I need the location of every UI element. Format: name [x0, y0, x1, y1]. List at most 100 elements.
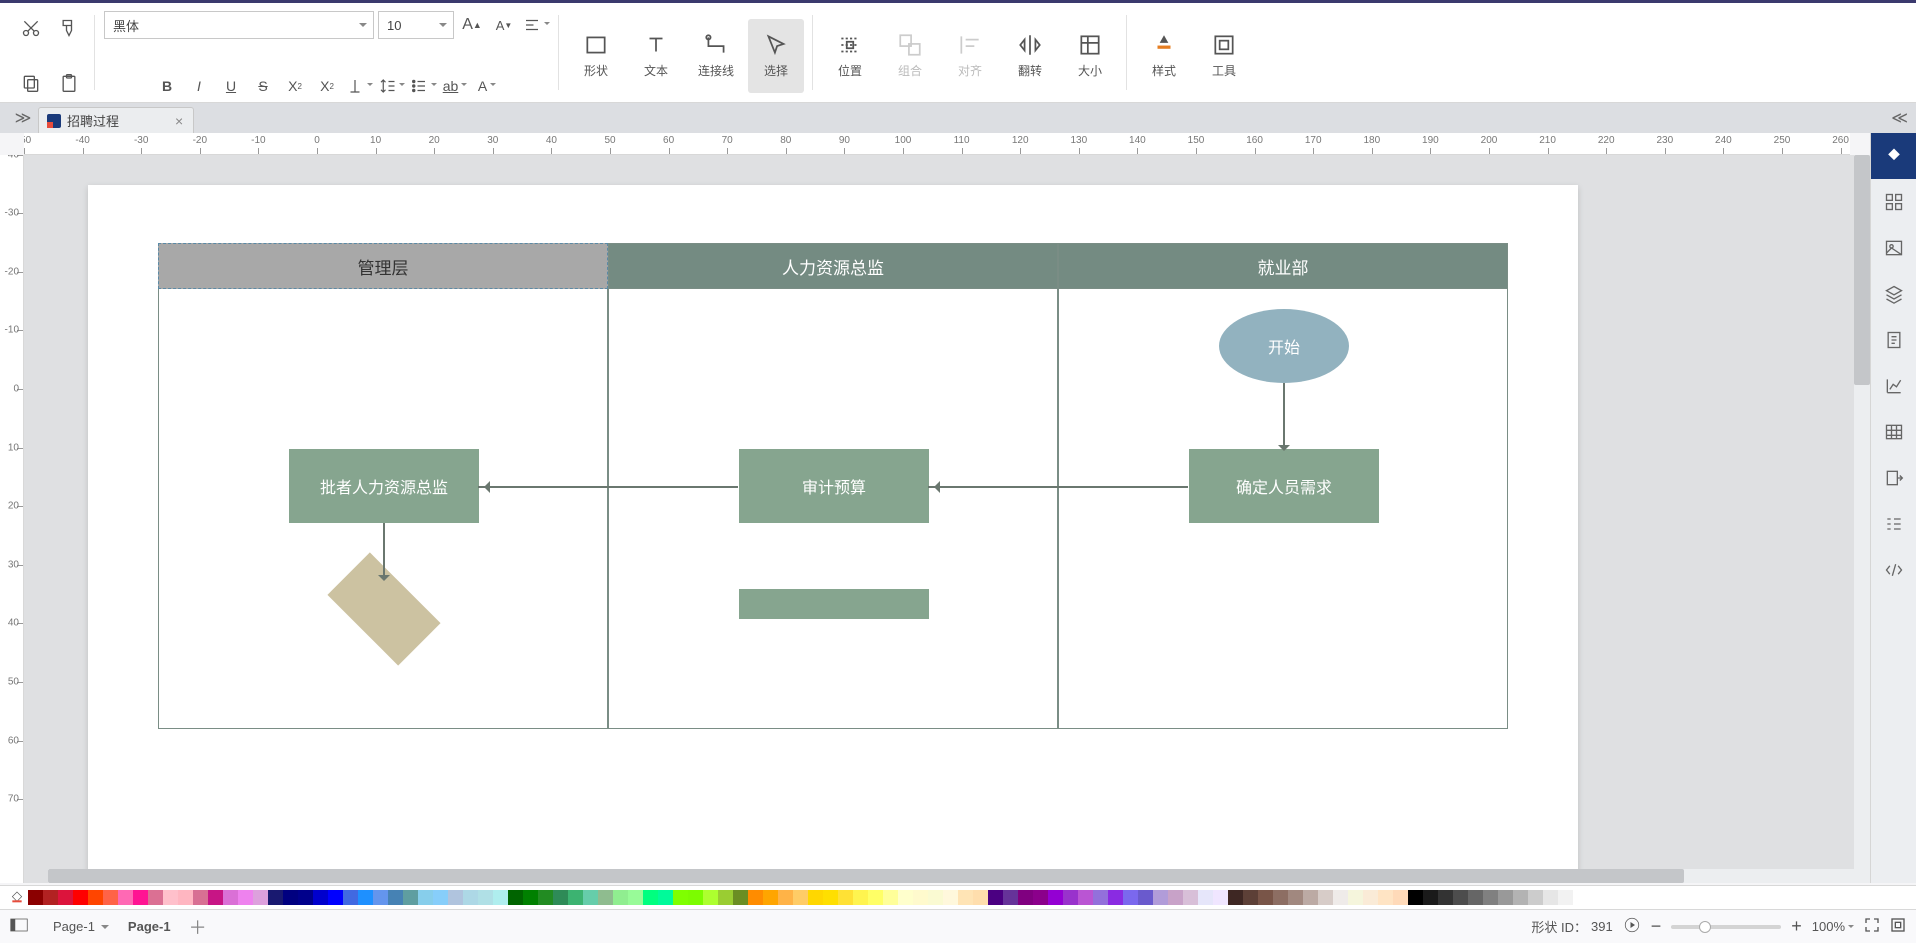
underline-button[interactable]: U — [217, 72, 245, 100]
color-swatch[interactable] — [238, 890, 253, 905]
outline-panel-button[interactable] — [1871, 501, 1916, 547]
flip-button[interactable]: 翻转 — [1002, 19, 1058, 93]
color-swatch[interactable] — [868, 890, 883, 905]
fit-page-button[interactable] — [1864, 917, 1880, 936]
color-swatch[interactable] — [883, 890, 898, 905]
fill-tool-icon[interactable] — [6, 887, 28, 909]
size-button[interactable]: 大小 — [1062, 19, 1118, 93]
shape-start[interactable]: 开始 — [1219, 309, 1349, 383]
zoom-slider[interactable] — [1671, 925, 1781, 929]
fill-panel-button[interactable] — [1871, 133, 1916, 179]
shape-audit[interactable]: 审计预算 — [739, 449, 929, 523]
color-swatch[interactable] — [1408, 890, 1423, 905]
color-swatch[interactable] — [1213, 890, 1228, 905]
color-swatch[interactable] — [778, 890, 793, 905]
swimlane-container[interactable]: 管理层 人力资源总监 就业部 批者人力资源总监 审计预算 — [158, 243, 1508, 729]
page[interactable]: 管理层 人力资源总监 就业部 批者人力资源总监 审计预算 — [88, 185, 1578, 883]
shape-approve[interactable]: 批者人力资源总监 — [289, 449, 479, 523]
color-swatch[interactable] — [523, 890, 538, 905]
font-family-select[interactable]: 黑体 — [104, 11, 374, 39]
color-swatch[interactable] — [1078, 890, 1093, 905]
canvas[interactable]: 管理层 人力资源总监 就业部 批者人力资源总监 审计预算 — [24, 155, 1870, 883]
color-swatch[interactable] — [583, 890, 598, 905]
color-swatch[interactable] — [988, 890, 1003, 905]
document-tab[interactable]: 招聘过程 × — [38, 107, 194, 133]
select-button[interactable]: 选择 — [748, 19, 804, 93]
color-swatch[interactable] — [313, 890, 328, 905]
line-spacing-button[interactable] — [377, 72, 405, 100]
shapes-panel-button[interactable] — [1871, 179, 1916, 225]
layers-panel-button[interactable] — [1871, 271, 1916, 317]
color-swatch[interactable] — [958, 890, 973, 905]
color-swatch[interactable] — [658, 890, 673, 905]
group-button[interactable]: 组合 — [882, 19, 938, 93]
text-highlight-button[interactable] — [345, 72, 373, 100]
color-swatch[interactable] — [703, 890, 718, 905]
color-swatch[interactable] — [763, 890, 778, 905]
color-swatch[interactable] — [718, 890, 733, 905]
color-swatch[interactable] — [1453, 890, 1468, 905]
strikethrough-button[interactable]: S — [249, 72, 277, 100]
color-swatch[interactable] — [358, 890, 373, 905]
color-swatch[interactable] — [1438, 890, 1453, 905]
color-swatch[interactable] — [1498, 890, 1513, 905]
color-swatch[interactable] — [343, 890, 358, 905]
color-swatch[interactable] — [1303, 890, 1318, 905]
connector-button[interactable]: 连接线 — [688, 19, 744, 93]
more-panel-button[interactable] — [1871, 547, 1916, 593]
color-swatch[interactable] — [208, 890, 223, 905]
color-swatch[interactable] — [643, 890, 658, 905]
color-swatch[interactable] — [73, 890, 88, 905]
bullet-list-button[interactable] — [409, 72, 437, 100]
color-swatch[interactable] — [973, 890, 988, 905]
page-select[interactable]: Page-1 — [42, 916, 116, 937]
color-swatch[interactable] — [613, 890, 628, 905]
lane-header-2[interactable]: 人力资源总监 — [608, 243, 1058, 289]
lane-header-1[interactable]: 管理层 — [158, 243, 608, 289]
color-swatch[interactable] — [403, 890, 418, 905]
style-button[interactable]: 样式 — [1136, 19, 1192, 93]
color-swatch[interactable] — [1243, 890, 1258, 905]
color-swatch[interactable] — [1003, 890, 1018, 905]
color-swatch[interactable] — [943, 890, 958, 905]
tab-scroll-right[interactable]: ≪ — [1891, 108, 1908, 128]
color-swatch[interactable] — [1018, 890, 1033, 905]
color-swatch[interactable] — [103, 890, 118, 905]
color-swatch[interactable] — [673, 890, 688, 905]
decrease-font-button[interactable]: A▼ — [490, 11, 518, 39]
font-color-button[interactable]: A — [473, 72, 501, 100]
color-swatch[interactable] — [433, 890, 448, 905]
color-swatch[interactable] — [1258, 890, 1273, 905]
add-page-button[interactable]: ＋ — [189, 914, 207, 940]
color-swatch[interactable] — [178, 890, 193, 905]
color-swatch[interactable] — [253, 890, 268, 905]
color-swatch[interactable] — [853, 890, 868, 905]
font-size-select[interactable]: 10 — [378, 11, 454, 39]
close-tab-button[interactable]: × — [175, 113, 183, 129]
color-swatch[interactable] — [493, 890, 508, 905]
color-swatch[interactable] — [448, 890, 463, 905]
color-swatch[interactable] — [823, 890, 838, 905]
color-swatch[interactable] — [118, 890, 133, 905]
color-swatch[interactable] — [598, 890, 613, 905]
color-swatch[interactable] — [1483, 890, 1498, 905]
color-swatch[interactable] — [1168, 890, 1183, 905]
lane-header-3[interactable]: 就业部 — [1058, 243, 1508, 289]
color-swatch[interactable] — [1558, 890, 1573, 905]
zoom-in-button[interactable]: + — [1791, 916, 1802, 937]
color-swatch[interactable] — [688, 890, 703, 905]
color-swatch[interactable] — [808, 890, 823, 905]
color-swatch[interactable] — [88, 890, 103, 905]
color-swatch[interactable] — [28, 890, 43, 905]
color-swatch[interactable] — [508, 890, 523, 905]
color-swatch[interactable] — [1423, 890, 1438, 905]
tab-scroll-left[interactable]: ≫ — [8, 108, 38, 128]
color-swatch[interactable] — [1033, 890, 1048, 905]
color-swatch[interactable] — [1543, 890, 1558, 905]
color-swatch[interactable] — [388, 890, 403, 905]
color-swatch[interactable] — [733, 890, 748, 905]
color-swatch[interactable] — [628, 890, 643, 905]
color-swatch[interactable] — [193, 890, 208, 905]
paste-button[interactable] — [52, 66, 86, 100]
color-swatch[interactable] — [748, 890, 763, 905]
